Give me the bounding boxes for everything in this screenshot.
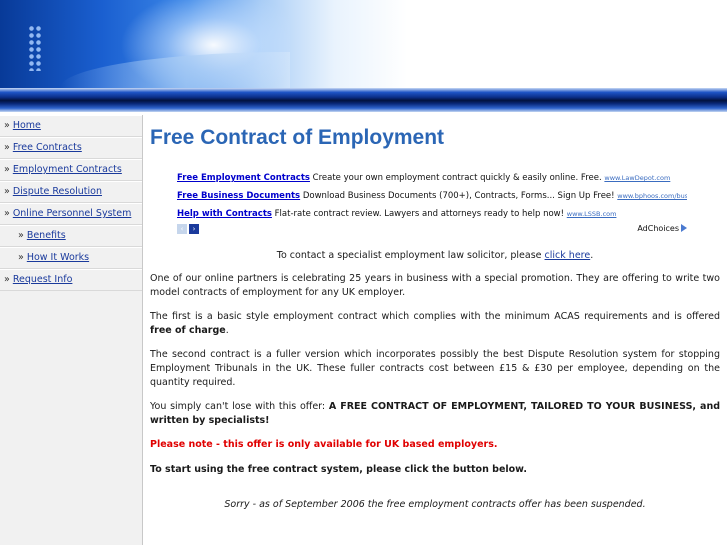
ad-title-link[interactable]: Help with Contracts [177,209,272,219]
sidebar-item-dispute-resolution[interactable]: » Dispute Resolution [0,181,142,203]
nav-bullet: » [4,208,10,219]
ad-next-arrow-icon[interactable]: › [189,224,199,234]
nav-bullet: » [4,274,10,285]
start-instruction: To start using the free contract system,… [150,464,527,475]
sidebar-link-home[interactable]: Home [13,120,41,131]
banner-dot-pattern [28,25,42,71]
sidebar-link-online-personnel-system[interactable]: Online Personnel System [13,208,132,219]
adchoices-link[interactable]: AdChoices [637,224,687,233]
uk-only-note: Please note - this offer is only availab… [150,439,498,450]
header-banner [0,0,727,88]
header-stripe [0,88,727,112]
ad-row: Free Business Documents Download Busines… [177,187,687,205]
sidebar-link-request-info[interactable]: Request Info [13,274,73,285]
nav-bullet: » [4,120,10,131]
basic-contract-end: . [225,325,229,336]
nav-bullet: » [18,252,24,263]
nav-bullet: » [18,230,24,241]
sidebar-link-employment-contracts[interactable]: Employment Contracts [13,164,122,175]
nav-bullet: » [4,142,10,153]
ad-block: Free Employment Contracts Create your ow… [177,169,687,240]
ad-url-link[interactable]: www.bphoos.com/busines [617,192,687,200]
sidebar-item-home[interactable]: » Home [0,115,142,137]
basic-contract-text: The first is a basic style employment co… [150,311,720,322]
offer-paragraph: You simply can't lose with this offer: A… [150,400,720,428]
free-of-charge-text: free of charge [150,325,226,336]
ad-description: Download Business Documents (700+), Cont… [302,191,615,201]
sidebar-item-request-info[interactable]: » Request Info [0,269,142,291]
sidebar-link-how-it-works[interactable]: How It Works [27,252,89,263]
ad-title-link[interactable]: Free Business Documents [177,191,300,201]
ad-footer: ‹ › AdChoices [177,224,687,240]
ad-row: Help with Contracts Flat-rate contract r… [177,205,687,223]
ad-url-link[interactable]: www.LSSB.com [567,210,617,218]
main-content: Free Contract of Employment Free Employm… [150,115,720,512]
basic-contract-paragraph: The first is a basic style employment co… [150,310,720,338]
page-title: Free Contract of Employment [150,126,445,149]
sidebar-item-employment-contracts[interactable]: » Employment Contracts [0,159,142,181]
sidebar-link-dispute-resolution[interactable]: Dispute Resolution [13,186,102,197]
suspended-notice: Sorry - as of September 2006 the free em… [224,499,646,510]
contact-text: To contact a specialist employment law s… [276,250,545,261]
ad-description: Create your own employment contract quic… [312,173,602,183]
adchoices-label: AdChoices [637,224,679,233]
sidebar-item-how-it-works[interactable]: » How It Works [0,247,142,269]
ad-prev-arrow-icon[interactable]: ‹ [177,224,187,234]
contact-suffix: . [590,250,594,261]
fuller-contract-paragraph: The second contract is a fuller version … [150,349,720,388]
ad-title-link[interactable]: Free Employment Contracts [177,173,310,183]
sidebar-item-online-personnel-system[interactable]: » Online Personnel System [0,203,142,225]
contact-line: To contact a specialist employment law s… [150,250,720,262]
click-here-link[interactable]: click here [545,250,591,261]
nav-bullet: » [4,186,10,197]
sidebar-item-benefits[interactable]: » Benefits [0,225,142,247]
intro-paragraph: One of our online partners is celebratin… [150,273,720,298]
ad-row: Free Employment Contracts Create your ow… [177,169,687,187]
nav-bullet: » [4,164,10,175]
banner-swoosh [60,52,290,88]
adchoices-icon [681,224,687,232]
sidebar-link-benefits[interactable]: Benefits [27,230,66,241]
offer-text: You simply can't lose with this offer: [150,401,329,412]
ad-description: Flat-rate contract review. Lawyers and a… [274,209,565,219]
ad-url-link[interactable]: www.LawDepot.com [604,174,670,182]
sidebar-nav: » Home » Free Contracts » Employment Contra… [0,115,143,545]
sidebar-item-free-contracts[interactable]: » Free Contracts [0,137,142,159]
sidebar-link-free-contracts[interactable]: Free Contracts [13,142,82,153]
